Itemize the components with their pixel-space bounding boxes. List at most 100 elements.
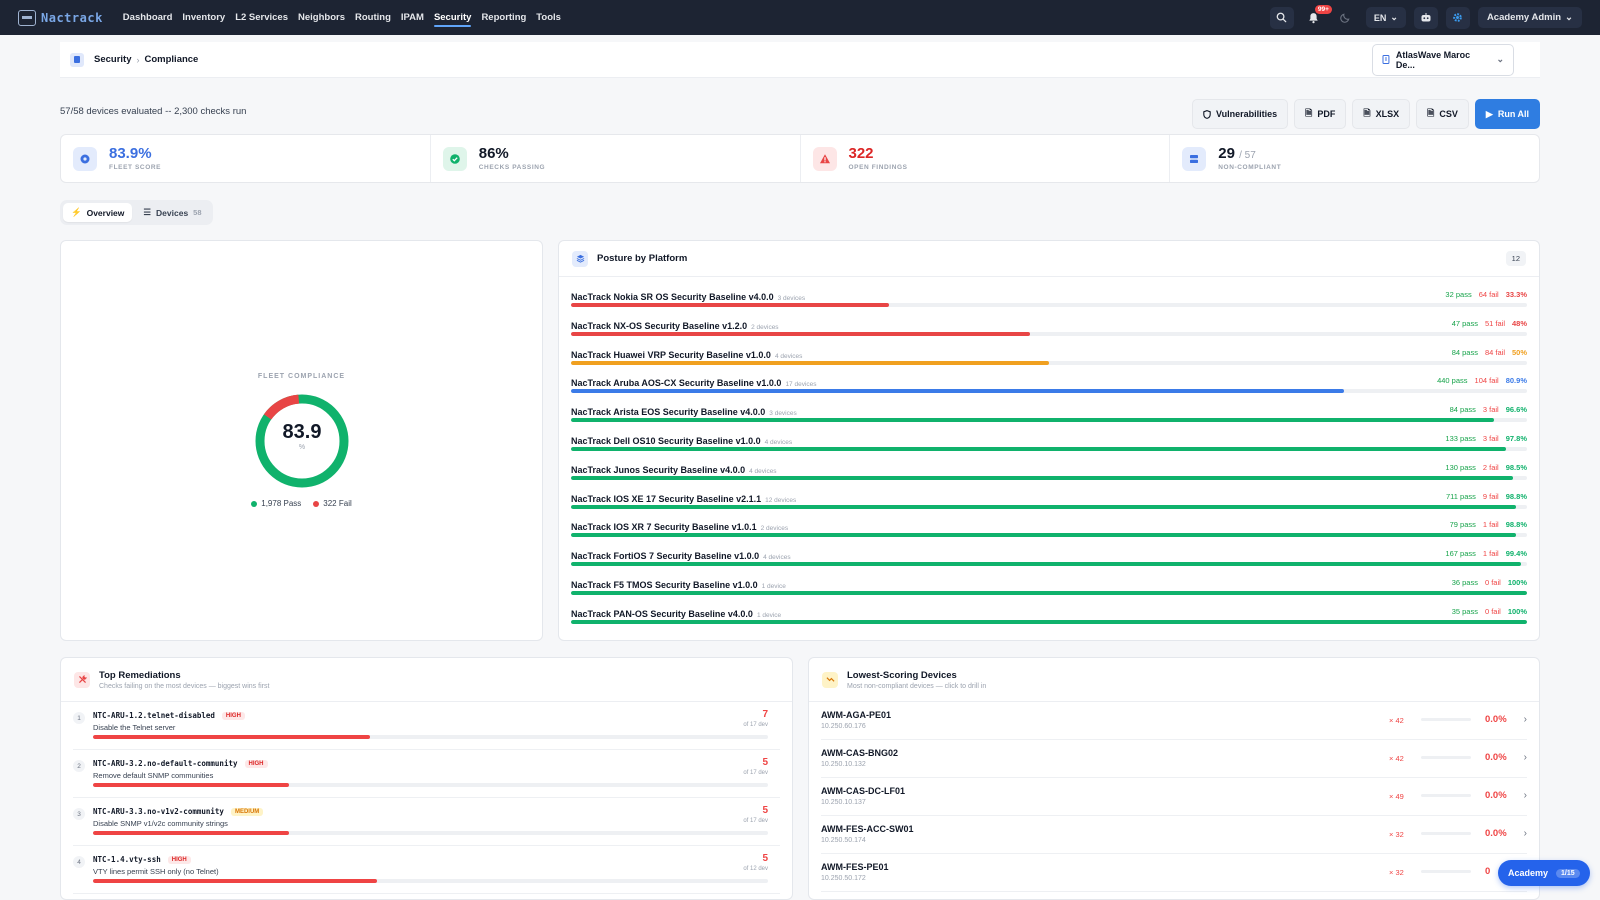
platform-row[interactable]: NacTrack IOS XR 7 Security Baseline v1.0…	[571, 513, 1527, 542]
chevron-right-icon: ›	[1523, 752, 1527, 763]
platform-fail: 1 fail	[1482, 549, 1499, 559]
platform-pass: 440 pass	[1437, 376, 1468, 386]
fleet-compliance-title: FLEET COMPLIANCE	[257, 373, 346, 380]
theme-toggle-button[interactable]	[1334, 7, 1358, 29]
platform-name: NacTrack IOS XE 17 Security Baseline v2.…	[571, 493, 762, 504]
fleet-score-value: 83.9%	[109, 145, 152, 162]
platform-progress-fill	[571, 418, 1495, 423]
platform-row[interactable]: NacTrack IOS XE 17 Security Baseline v2.…	[571, 485, 1527, 514]
platform-row[interactable]: NacTrack PAN-OS Security Baseline v4.0.0…	[571, 600, 1527, 629]
platform-row[interactable]: NacTrack Arista EOS Security Baseline v4…	[571, 398, 1527, 427]
wrench-icon	[74, 671, 90, 688]
nav-item-tools[interactable]: Tools	[536, 8, 561, 27]
platform-row[interactable]: NacTrack Aruba AOS-CX Security Baseline …	[571, 369, 1527, 398]
tab-overview[interactable]: ⚡ Overview	[63, 203, 133, 222]
remediation-progress-fill	[93, 735, 370, 739]
device-fail-count: × 32	[1389, 830, 1404, 839]
platform-row[interactable]: NacTrack FortiOS 7 Security Baseline v1.…	[571, 542, 1527, 571]
device-row[interactable]: AWM-CAS-DC-LF01 10.250.10.137 × 49 0.0% ›	[821, 778, 1527, 816]
building-icon	[1382, 55, 1390, 64]
platform-row[interactable]: NacTrack Huawei VRP Security Baseline v1…	[571, 341, 1527, 370]
export-xlsx-button[interactable]: 🗎 XLSX	[1352, 99, 1411, 129]
remediation-row[interactable]: 2 NTC-ARU-3.2.no-default-community HIGH Rem…	[73, 750, 780, 798]
nav-item-ipam[interactable]: IPAM	[401, 8, 424, 27]
user-menu[interactable]: Academy Admin ⌄	[1477, 7, 1582, 28]
platform-row[interactable]: NacTrack Dell OS10 Security Baseline v1.…	[571, 427, 1527, 456]
platform-row[interactable]: NacTrack NX-OS Security Baseline v1.2.0 2…	[571, 312, 1527, 341]
device-row[interactable]: AWM-CAS-BNG02 10.250.10.132 × 42 0.0% ›	[821, 740, 1527, 778]
platform-row[interactable]: NacTrack Nokia SR OS Security Baseline v…	[571, 283, 1527, 312]
platform-stats: 47 pass 51 fail 48%	[1452, 319, 1527, 328]
remediation-code-line: NTC-ARU-3.3.no-v1v2-community MEDIUM	[93, 807, 264, 816]
device-row[interactable]: AWM-FES-ACC-SW01 10.250.50.174 × 32 0.0% ›	[821, 816, 1527, 854]
remediation-count: 5	[762, 805, 768, 816]
remediation-progress-track	[93, 735, 768, 739]
top-nav: Nactrack Dashboard Inventory L2 Services…	[0, 0, 1600, 35]
platform-percent: 80.9%	[1505, 376, 1527, 386]
nav-item-security[interactable]: Security	[433, 8, 471, 27]
tab-devices-label: Devices	[156, 207, 189, 218]
export-pdf-button[interactable]: 🗎 PDF	[1294, 99, 1347, 129]
nav-item-l2-services[interactable]: L2 Services	[235, 8, 288, 27]
remediation-row[interactable]: 1 NTC-ARU-1.2.telnet-disabled HIGH Disable …	[73, 702, 780, 750]
chevron-right-icon: ›	[136, 54, 140, 65]
search-button[interactable]	[1269, 6, 1294, 29]
view-tabs: ⚡ Overview ☰ Devices 58	[60, 200, 213, 225]
search-icon	[1277, 12, 1287, 23]
platform-device-count: 4 devices	[763, 554, 791, 562]
platform-row[interactable]: NacTrack F5 TMOS Security Baseline v1.0.…	[571, 571, 1527, 600]
platform-stats: 79 pass 1 fail 98.8%	[1450, 520, 1527, 529]
kpi-checks-passing: 86% CHECKS PASSING	[431, 135, 801, 182]
platform-pass: 84 pass	[1451, 347, 1478, 357]
severity-badge: HIGH	[244, 759, 268, 768]
remediation-rank: 3	[73, 808, 85, 820]
academy-button[interactable]: Academy 1/15	[1498, 860, 1590, 886]
platform-percent: 33.3%	[1505, 290, 1527, 299]
platform-row[interactable]: NacTrack Junos Security Baseline v4.0.0 4…	[571, 456, 1527, 485]
remediation-progress-fill	[93, 783, 289, 787]
remediation-row[interactable]: 4 NTC-1.4.vty-ssh HIGH VTY lines permit SSH…	[73, 846, 780, 894]
settings-button[interactable]	[1445, 6, 1470, 29]
remediation-rank: 4	[73, 856, 85, 868]
logo[interactable]: Nactrack	[18, 9, 103, 26]
tab-devices[interactable]: ☰ Devices 58	[135, 203, 209, 222]
device-row[interactable]: AWM-FES-PE0110.250.50.172× 320›	[821, 854, 1527, 892]
nav-item-reporting[interactable]: Reporting	[481, 8, 526, 27]
tab-overview-label: Overview	[86, 207, 125, 218]
xlsx-label: XLSX	[1375, 109, 1400, 119]
run-all-button[interactable]: ▶ Run All	[1474, 99, 1540, 129]
language-label: EN	[1373, 12, 1387, 23]
platform-device-count: 4 devices	[749, 467, 777, 475]
fleet-compliance-value: 83.9	[282, 421, 322, 443]
remediation-rank: 2	[73, 760, 85, 772]
device-score: 0.0%	[1485, 790, 1507, 801]
nav-menu: Dashboard Inventory L2 Services Neighbor…	[123, 8, 561, 27]
site-select-value: AtlasWave Maroc De...	[1395, 49, 1471, 70]
platform-name: NacTrack Nokia SR OS Security Baseline v…	[571, 292, 774, 302]
remediation-description: VTY lines permit SSH only (no Telnet)	[93, 867, 219, 876]
export-csv-button[interactable]: 🗎 CSV	[1416, 99, 1469, 129]
breadcrumb-security[interactable]: Security	[94, 54, 132, 65]
run-all-label: Run All	[1497, 109, 1529, 119]
server-icon	[1182, 146, 1207, 171]
device-name: AWM-CAS-DC-LF01	[821, 786, 905, 796]
platform-progress-track	[571, 619, 1527, 624]
nav-item-inventory[interactable]: Inventory	[182, 8, 225, 27]
assistant-button[interactable]	[1413, 6, 1438, 29]
nav-item-dashboard[interactable]: Dashboard	[123, 8, 173, 27]
remediation-row[interactable]: 3 NTC-ARU-3.3.no-v1v2-community MEDIUM Disa…	[73, 798, 780, 846]
open-findings-label: OPEN FINDINGS	[848, 164, 908, 171]
device-row[interactable]: AWM-AGA-PE01 10.250.60.176 × 42 0.0% ›	[821, 702, 1527, 740]
nav-item-routing[interactable]: Routing	[355, 8, 391, 27]
bolt-icon: ⚡	[71, 207, 82, 217]
platform-progress-track	[571, 533, 1527, 538]
platform-progress-track	[571, 562, 1527, 567]
remediation-list: 1 NTC-ARU-1.2.telnet-disabled HIGH Disable …	[61, 702, 792, 894]
platform-fail: 1 fail	[1482, 520, 1499, 530]
remediation-code-line: NTC-ARU-3.2.no-default-community HIGH	[93, 759, 268, 768]
vulnerabilities-button[interactable]: Vulnerabilities	[1191, 99, 1289, 129]
site-select[interactable]: AtlasWave Maroc De... ⌄	[1372, 43, 1514, 76]
language-select[interactable]: EN ⌄	[1365, 7, 1406, 28]
nav-item-neighbors[interactable]: Neighbors	[298, 8, 345, 27]
notifications-button[interactable]: 99+	[1302, 4, 1332, 29]
